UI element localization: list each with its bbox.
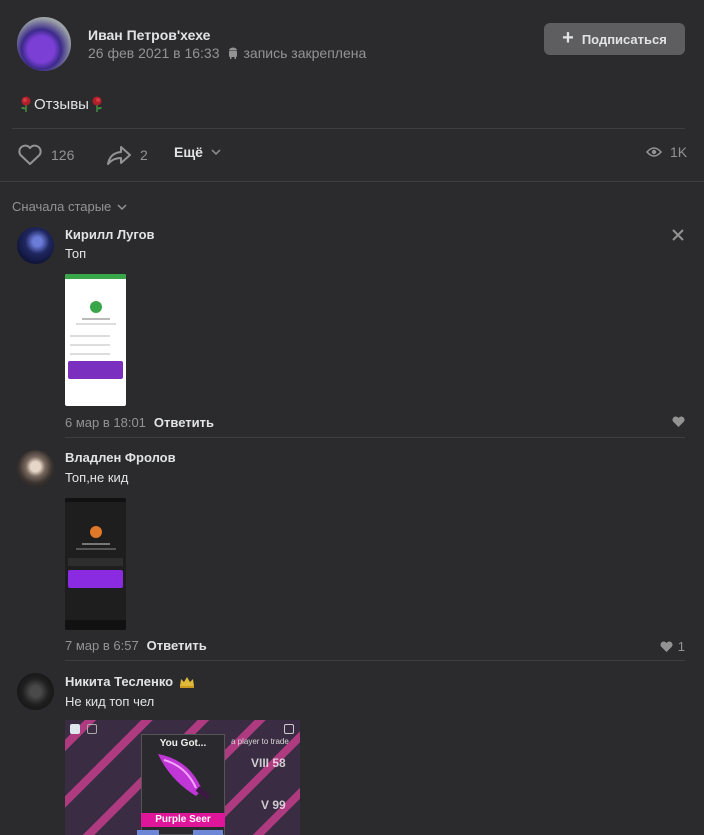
trade-text: a player to trade bbox=[231, 737, 289, 746]
post-actions: 126 2 Ещё 1K bbox=[0, 140, 704, 170]
commenter-name[interactable]: Владлен Фролов bbox=[65, 450, 176, 465]
views-counter: 1K bbox=[646, 144, 687, 160]
heart-icon bbox=[660, 640, 673, 652]
chevron-down-icon bbox=[211, 149, 221, 156]
pinned-label: запись закреплена bbox=[243, 45, 367, 61]
comment-image[interactable] bbox=[65, 498, 126, 630]
rose-icon bbox=[92, 96, 102, 112]
comment: Кирилл Лугов Топ 6 мар в 18:01 Ответить bbox=[0, 225, 704, 440]
comment-meta: 7 мар в 6:57 Ответить bbox=[65, 638, 207, 653]
more-label: Ещё bbox=[174, 144, 203, 160]
post-meta: 26 фев 2021 в 16:33 запись закреплена bbox=[88, 45, 366, 61]
comment-like-count: 1 bbox=[677, 639, 685, 654]
author-avatar[interactable] bbox=[17, 17, 71, 71]
share-button[interactable]: 2 bbox=[106, 144, 148, 166]
comment-image[interactable] bbox=[65, 274, 126, 406]
like-count: 126 bbox=[51, 147, 75, 163]
comment-image[interactable]: You Got... Purple Seer a player to trade… bbox=[65, 720, 300, 835]
commenter-avatar[interactable] bbox=[17, 673, 54, 710]
divider bbox=[65, 660, 685, 661]
comment-date[interactable]: 7 мар в 6:57 bbox=[65, 638, 139, 653]
comment-date[interactable]: 6 мар в 18:01 bbox=[65, 415, 146, 430]
commenter-avatar[interactable] bbox=[17, 227, 54, 264]
post-text: Отзывы bbox=[18, 95, 105, 113]
plus-icon: + bbox=[562, 27, 574, 49]
crown-icon bbox=[180, 676, 195, 688]
comment: Владлен Фролов Топ,не кид 7 мар в 6:57 О… bbox=[0, 448, 704, 663]
comment-like-button[interactable] bbox=[672, 416, 685, 428]
reply-button[interactable]: Ответить bbox=[154, 415, 214, 430]
eye-icon bbox=[646, 147, 662, 157]
post-header: Иван Петров'хехе 26 фев 2021 в 16:33 зап… bbox=[0, 0, 704, 90]
more-button[interactable]: Ещё bbox=[174, 144, 221, 160]
rose-icon bbox=[21, 96, 31, 112]
commenter-name[interactable]: Никита Тесленко bbox=[65, 674, 195, 689]
comment-meta: 6 мар в 18:01 Ответить bbox=[65, 415, 214, 430]
share-icon bbox=[107, 146, 131, 165]
comment-text: Не кид топ чел bbox=[65, 694, 155, 709]
level-text: VIII 58 bbox=[251, 756, 286, 770]
comment-text: Топ,не кид bbox=[65, 470, 129, 485]
views-count: 1K bbox=[670, 144, 688, 160]
item-caption: You Got... bbox=[159, 738, 207, 749]
subscribe-label: Подписаться bbox=[581, 31, 667, 47]
subscribe-button[interactable]: + Подписаться bbox=[544, 23, 685, 55]
level-text: V 99 bbox=[261, 798, 286, 812]
share-count: 2 bbox=[140, 147, 148, 163]
heart-icon bbox=[672, 416, 685, 427]
post-date[interactable]: 26 фев 2021 в 16:33 bbox=[88, 45, 220, 61]
close-icon[interactable] bbox=[671, 228, 685, 242]
commenter-name[interactable]: Кирилл Лугов bbox=[65, 227, 155, 242]
heart-icon bbox=[18, 144, 42, 165]
chevron-down-icon bbox=[117, 203, 127, 210]
comment-text: Топ bbox=[65, 246, 87, 261]
author-name[interactable]: Иван Петров'хехе bbox=[88, 27, 210, 43]
knife-icon bbox=[158, 754, 211, 800]
sort-label: Сначала старые bbox=[12, 199, 112, 214]
divider bbox=[12, 128, 685, 129]
post-body: Отзывы bbox=[34, 95, 89, 113]
commenter-name-text: Никита Тесленко bbox=[65, 674, 174, 689]
comments-sort-dropdown[interactable]: Сначала старые bbox=[12, 199, 127, 214]
commenter-avatar[interactable] bbox=[17, 450, 54, 487]
like-button[interactable]: 126 bbox=[17, 144, 74, 166]
comment-like-button[interactable]: 1 bbox=[660, 639, 685, 654]
divider bbox=[65, 437, 685, 438]
reply-button[interactable]: Ответить bbox=[147, 638, 207, 653]
item-name: Purple Seer bbox=[141, 813, 225, 827]
android-icon bbox=[228, 47, 237, 59]
divider bbox=[0, 181, 704, 182]
